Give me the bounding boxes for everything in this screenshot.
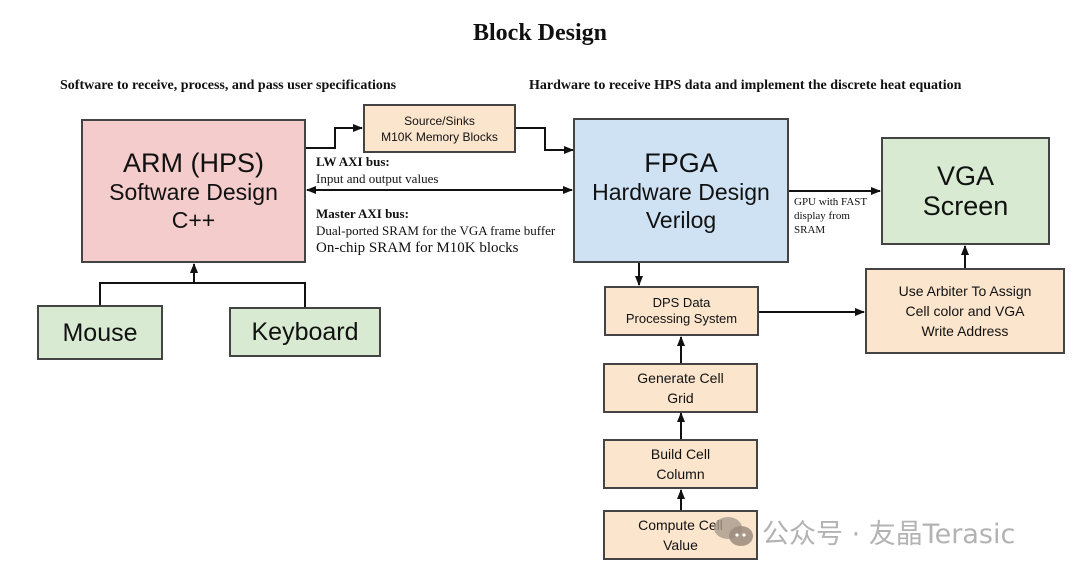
build-column-label-1: Build Cell [650,446,711,462]
master-axi-annotation: Master AXI bus: Dual-ported SRAM for the… [316,205,555,258]
source-sinks-block: Source/Sinks M10K Memory Blocks [363,104,516,153]
mouse-label: Mouse [62,318,138,347]
fpga-block-title: FPGA [644,147,718,178]
arm-hps-block: ARM (HPS) Software Design C++ [81,119,306,263]
arm-block-subtitle: Software Design [109,179,278,205]
generate-cell-grid-block: Generate Cell Grid [603,363,758,413]
vga-block-subtitle: Screen [922,191,1009,221]
dps-label-1: DPS Data [652,295,711,310]
arbiter-label-2: Cell color and VGA [905,303,1025,319]
master-axi-title: Master AXI bus: [316,206,409,221]
keyboard-block: Keyboard [229,307,381,357]
lw-axi-description: Input and output values [316,171,439,186]
dps-block: DPS Data Processing System [604,286,759,336]
fpga-block: FPGA Hardware Design Verilog [573,118,789,263]
vga-screen-block: VGA Screen [881,137,1050,245]
arbiter-label-1: Use Arbiter To Assign [898,283,1032,299]
arm-block-title: ARM (HPS) [123,148,264,178]
generate-grid-label-2: Grid [667,390,694,406]
compute-value-label-1: Compute Cell [638,517,723,533]
keyboard-label: Keyboard [251,318,359,346]
source-sinks-label: Source/Sinks [404,113,475,128]
fpga-block-language: Verilog [645,206,717,233]
build-column-label-2: Column [656,466,705,482]
gpu-annotation: GPU with FAST display from SRAM [794,195,867,237]
build-cell-column-block: Build Cell Column [603,439,758,489]
vga-block-title: VGA [936,161,995,191]
master-axi-description-1: Dual-ported SRAM for the VGA frame buffe… [316,223,556,238]
master-axi-description-2: On-chip SRAM for M10K blocks [316,240,519,256]
keyboard-connector [194,282,306,308]
gpu-annotation-line-3: SRAM [794,224,826,236]
compute-value-label-2: Value [663,537,698,553]
watermark-text: 公众号 · 友晶Terasic [762,519,1016,550]
dps-label-2: Processing System [625,311,738,326]
generate-grid-label-1: Generate Cell [637,370,724,386]
arm-block-language: C++ [171,207,216,233]
gpu-annotation-line-2: display from [794,210,850,222]
arbiter-block: Use Arbiter To Assign Cell color and VGA… [865,268,1065,354]
wechat-icon [714,516,753,546]
arbiter-label-3: Write Address [921,323,1009,339]
gpu-annotation-line-1: GPU with FAST [794,196,868,208]
watermark: 公众号 · 友晶Terasic [712,512,1015,551]
arm-to-source-sinks-arrow [305,124,363,149]
lw-axi-title: LW AXI bus: [316,154,390,169]
lw-axi-annotation: LW AXI bus: Input and output values [316,153,438,187]
mouse-connector [99,282,194,306]
source-sinks-sublabel: M10K Memory Blocks [381,129,498,144]
block-diagram: Block Design Software to receive, proces… [0,0,1080,576]
source-sinks-to-fpga-arrow [516,127,574,154]
mouse-block: Mouse [37,305,163,360]
fpga-block-subtitle: Hardware Design [592,178,770,205]
